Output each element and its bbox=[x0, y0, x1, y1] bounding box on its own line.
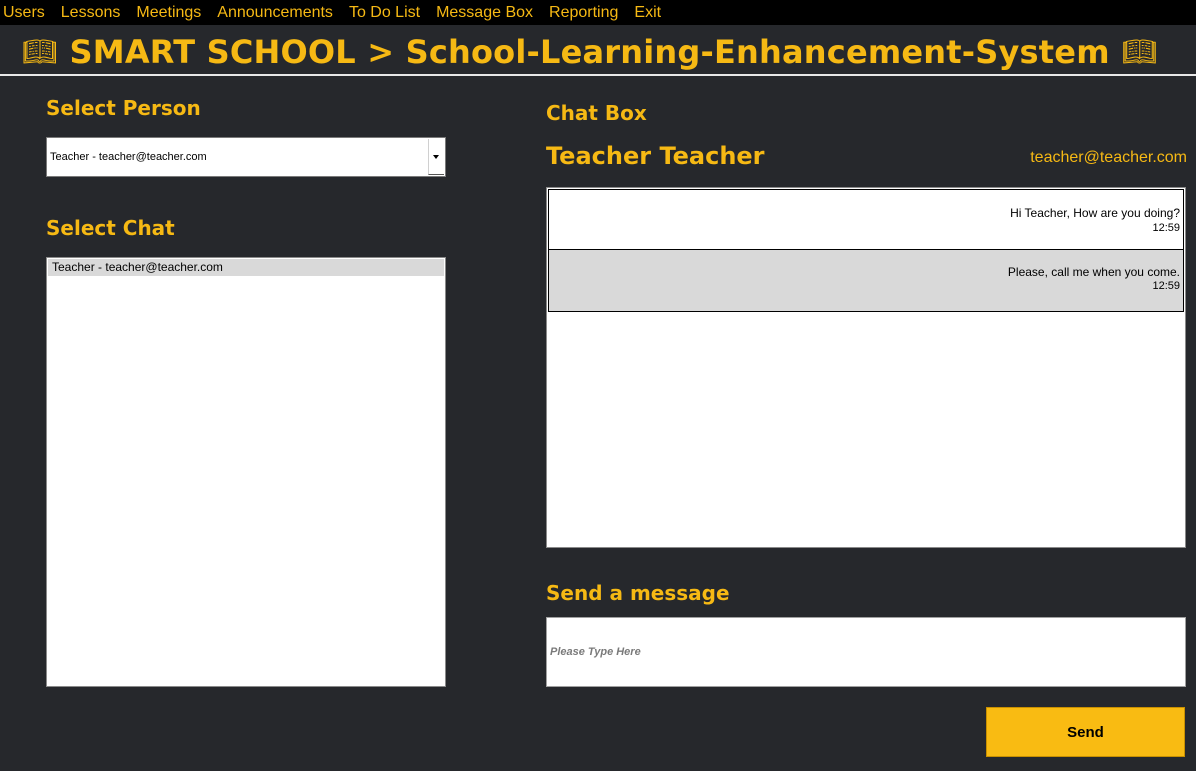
header-divider bbox=[0, 74, 1196, 76]
book-icon: 📖︎ bbox=[22, 35, 58, 68]
chat-box-label: Chat Box bbox=[546, 101, 647, 125]
book-icon: 📖︎ bbox=[1121, 35, 1158, 68]
menu-exit[interactable]: Exit bbox=[626, 0, 669, 25]
select-chat-label: Select Chat bbox=[46, 216, 175, 240]
chat-messages-panel[interactable]: Hi Teacher, How are you doing? 12:59 Ple… bbox=[546, 187, 1186, 548]
send-button[interactable]: Send bbox=[986, 707, 1185, 757]
message-time: 12:59 bbox=[1152, 280, 1180, 292]
menu-lessons[interactable]: Lessons bbox=[53, 0, 129, 25]
message-text: Please, call me when you come. bbox=[1007, 265, 1180, 279]
menu-reporting[interactable]: Reporting bbox=[541, 0, 626, 25]
chat-list[interactable]: Teacher - teacher@teacher.com bbox=[46, 257, 446, 687]
menu-announcements[interactable]: Announcements bbox=[209, 0, 341, 25]
menu-to-do-list[interactable]: To Do List bbox=[341, 0, 428, 25]
send-message-label: Send a message bbox=[546, 581, 730, 605]
app-header: 📖︎ SMART SCHOOL > School-Learning-Enhanc… bbox=[22, 30, 1157, 74]
list-item[interactable]: Teacher - teacher@teacher.com bbox=[48, 259, 444, 276]
message-input[interactable]: Please Type Here bbox=[546, 617, 1186, 687]
message-item: Please, call me when you come. 12:59 bbox=[548, 250, 1184, 312]
menu-message-box[interactable]: Message Box bbox=[428, 0, 541, 25]
menu-users[interactable]: Users bbox=[0, 0, 53, 25]
select-person-label: Select Person bbox=[46, 96, 201, 120]
message-text: Hi Teacher, How are you doing? bbox=[1010, 206, 1180, 220]
app-title: SMART SCHOOL > School-Learning-Enhanceme… bbox=[69, 33, 1110, 71]
person-select-value: Teacher - teacher@teacher.com bbox=[50, 151, 207, 163]
menu-meetings[interactable]: Meetings bbox=[128, 0, 209, 25]
message-input-placeholder: Please Type Here bbox=[550, 646, 641, 658]
menu-bar: Users Lessons Meetings Announcements To … bbox=[0, 0, 1196, 25]
message-time: 12:59 bbox=[1152, 222, 1180, 234]
contact-name: Teacher Teacher bbox=[546, 142, 765, 170]
person-select[interactable]: Teacher - teacher@teacher.com bbox=[46, 137, 446, 177]
contact-email: teacher@teacher.com bbox=[1030, 149, 1187, 166]
message-item: Hi Teacher, How are you doing? 12:59 bbox=[548, 189, 1184, 250]
chevron-down-icon[interactable] bbox=[428, 139, 444, 175]
